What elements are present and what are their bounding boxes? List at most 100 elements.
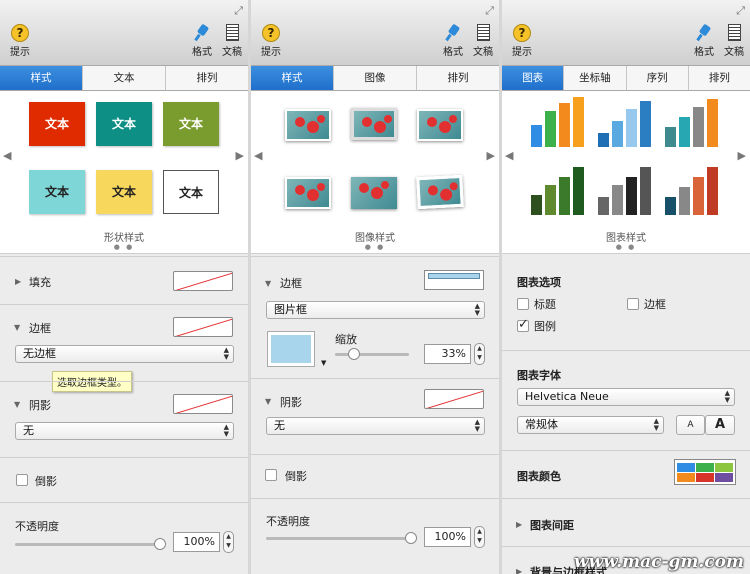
shape-style-swatch[interactable]: 文本: [163, 170, 219, 214]
page-dots[interactable]: ● ●: [502, 243, 750, 251]
disclosure-down-icon[interactable]: ▼: [14, 323, 20, 332]
paintbrush-icon: [193, 24, 211, 42]
frame-type-select[interactable]: 图片框 ▲ ▼: [266, 301, 485, 319]
frame-preview[interactable]: [267, 331, 315, 367]
shadow-select[interactable]: 无 ▲ ▼: [266, 417, 485, 435]
document-icon: [476, 24, 490, 41]
disclosure-down-icon[interactable]: ▼: [265, 397, 271, 406]
reflection-checkbox[interactable]: [16, 474, 28, 486]
chart-style-thumbnail[interactable]: [663, 97, 721, 147]
chart-style-bar: [545, 111, 556, 147]
format-button[interactable]: 格式: [692, 24, 716, 58]
opacity-stepper[interactable]: ▲ ▼: [223, 531, 234, 553]
disclosure-down-icon[interactable]: ▼: [14, 400, 20, 409]
font-style-select[interactable]: 常规体 ▲ ▼: [517, 416, 664, 434]
tab-arrange[interactable]: 排列: [689, 66, 750, 90]
format-button[interactable]: 格式: [190, 24, 214, 58]
disclosure-right-icon[interactable]: ▶: [516, 520, 522, 529]
fill-color-well[interactable]: [173, 271, 233, 291]
tip-button[interactable]: ? 提示: [255, 24, 287, 58]
page-dots[interactable]: ● ●: [251, 243, 499, 251]
tab-style[interactable]: 样式: [0, 66, 83, 90]
opacity-slider[interactable]: [15, 538, 166, 550]
slider-knob[interactable]: [405, 532, 417, 544]
disclosure-right-icon[interactable]: ▶: [15, 277, 21, 286]
chart-style-thumbnail[interactable]: [529, 165, 587, 215]
format-button[interactable]: 格式: [441, 24, 465, 58]
chart-color-well[interactable]: [674, 459, 736, 485]
shape-style-swatch[interactable]: 文本: [163, 102, 219, 146]
opacity-field[interactable]: 100%: [173, 532, 220, 552]
border-color-well[interactable]: [173, 317, 233, 337]
disclosure-right-icon[interactable]: ▶: [516, 567, 522, 574]
frame-style-well[interactable]: [424, 270, 484, 290]
image-style-thumbnail[interactable]: [416, 174, 464, 210]
reflection-label: 倒影: [285, 470, 307, 483]
document-button[interactable]: 文稿: [469, 24, 497, 58]
shadow-color-well[interactable]: [424, 389, 484, 409]
decrease-font-button[interactable]: A: [676, 415, 705, 435]
legend-checkbox[interactable]: [517, 317, 529, 332]
tab-style[interactable]: 样式: [251, 66, 334, 90]
image-style-thumbnail[interactable]: [351, 177, 397, 209]
gallery-next-icon[interactable]: ▶: [236, 149, 244, 162]
chart-options-title: 图表选项: [517, 276, 561, 289]
shape-style-swatch[interactable]: 文本: [29, 102, 85, 146]
shadow-select[interactable]: 无 ▲ ▼: [15, 422, 234, 440]
slider-knob[interactable]: [347, 348, 360, 360]
select-arrows-icon: ▲ ▼: [724, 389, 730, 404]
tab-series[interactable]: 序列: [627, 66, 689, 90]
gallery-prev-icon[interactable]: ◀: [254, 149, 262, 162]
tab-arrange[interactable]: 排列: [417, 66, 499, 90]
image-style-thumbnail[interactable]: [417, 109, 463, 141]
scale-field[interactable]: 33%: [424, 344, 471, 364]
tab-arrange[interactable]: 排列: [166, 66, 248, 90]
gallery-next-icon[interactable]: ▶: [487, 149, 495, 162]
resize-icon[interactable]: ⤢: [736, 4, 745, 18]
fill-section: ▶ 填充: [0, 256, 248, 304]
opacity-field[interactable]: 100%: [424, 527, 471, 547]
chart-style-thumbnail[interactable]: [529, 97, 587, 147]
title-checkbox[interactable]: [517, 298, 529, 310]
document-button[interactable]: 文稿: [218, 24, 246, 58]
tip-button[interactable]: ? 提示: [506, 24, 538, 58]
shape-style-swatch[interactable]: 文本: [29, 170, 85, 214]
slider-knob[interactable]: [154, 538, 166, 550]
tab-text[interactable]: 文本: [83, 66, 166, 90]
select-arrows-icon: ▲ ▼: [223, 423, 229, 438]
opacity-slider[interactable]: [266, 532, 417, 544]
font-family-select[interactable]: Helvetica Neue ▲ ▼: [517, 388, 735, 406]
page-dots[interactable]: ● ●: [0, 243, 248, 251]
tab-chart[interactable]: 图表: [502, 66, 565, 90]
gallery-prev-icon[interactable]: ◀: [505, 149, 513, 162]
chart-style-thumbnail[interactable]: [663, 165, 721, 215]
opacity-stepper[interactable]: ▲ ▼: [474, 526, 485, 548]
resize-icon[interactable]: ⤢: [485, 4, 494, 18]
image-style-thumbnail[interactable]: [285, 109, 331, 141]
gallery-next-icon[interactable]: ▶: [738, 149, 746, 162]
border-section: ▼ 边框 无边框 ▲ ▼ 选取边框类型。: [0, 304, 248, 392]
disclosure-down-icon[interactable]: ▼: [265, 279, 271, 288]
border-type-select[interactable]: 无边框 ▲ ▼: [15, 345, 234, 363]
image-style-gallery: ◀ ▶ 图像样式 ● ●: [251, 91, 499, 254]
chart-style-thumbnail[interactable]: [596, 165, 654, 215]
increase-font-button[interactable]: A: [705, 415, 735, 435]
scale-stepper[interactable]: ▲ ▼: [474, 343, 485, 365]
shadow-color-well[interactable]: [173, 394, 233, 414]
image-style-thumbnail[interactable]: [351, 108, 397, 140]
chart-font-title: 图表字体: [517, 369, 561, 382]
chart-style-thumbnail[interactable]: [596, 97, 654, 147]
document-button[interactable]: 文稿: [720, 24, 748, 58]
shape-style-swatch[interactable]: 文本: [96, 102, 152, 146]
border-checkbox[interactable]: [627, 298, 639, 310]
shape-style-swatch[interactable]: 文本: [96, 170, 152, 214]
dropdown-icon[interactable]: ▼: [321, 359, 326, 367]
scale-slider[interactable]: [335, 348, 409, 360]
tab-image[interactable]: 图像: [334, 66, 417, 90]
gallery-prev-icon[interactable]: ◀: [3, 149, 11, 162]
reflection-checkbox[interactable]: [265, 469, 277, 481]
tab-axis[interactable]: 坐标轴: [564, 66, 627, 90]
tip-button[interactable]: ? 提示: [4, 24, 36, 58]
resize-icon[interactable]: ⤢: [234, 4, 243, 18]
image-style-thumbnail[interactable]: [285, 177, 331, 209]
